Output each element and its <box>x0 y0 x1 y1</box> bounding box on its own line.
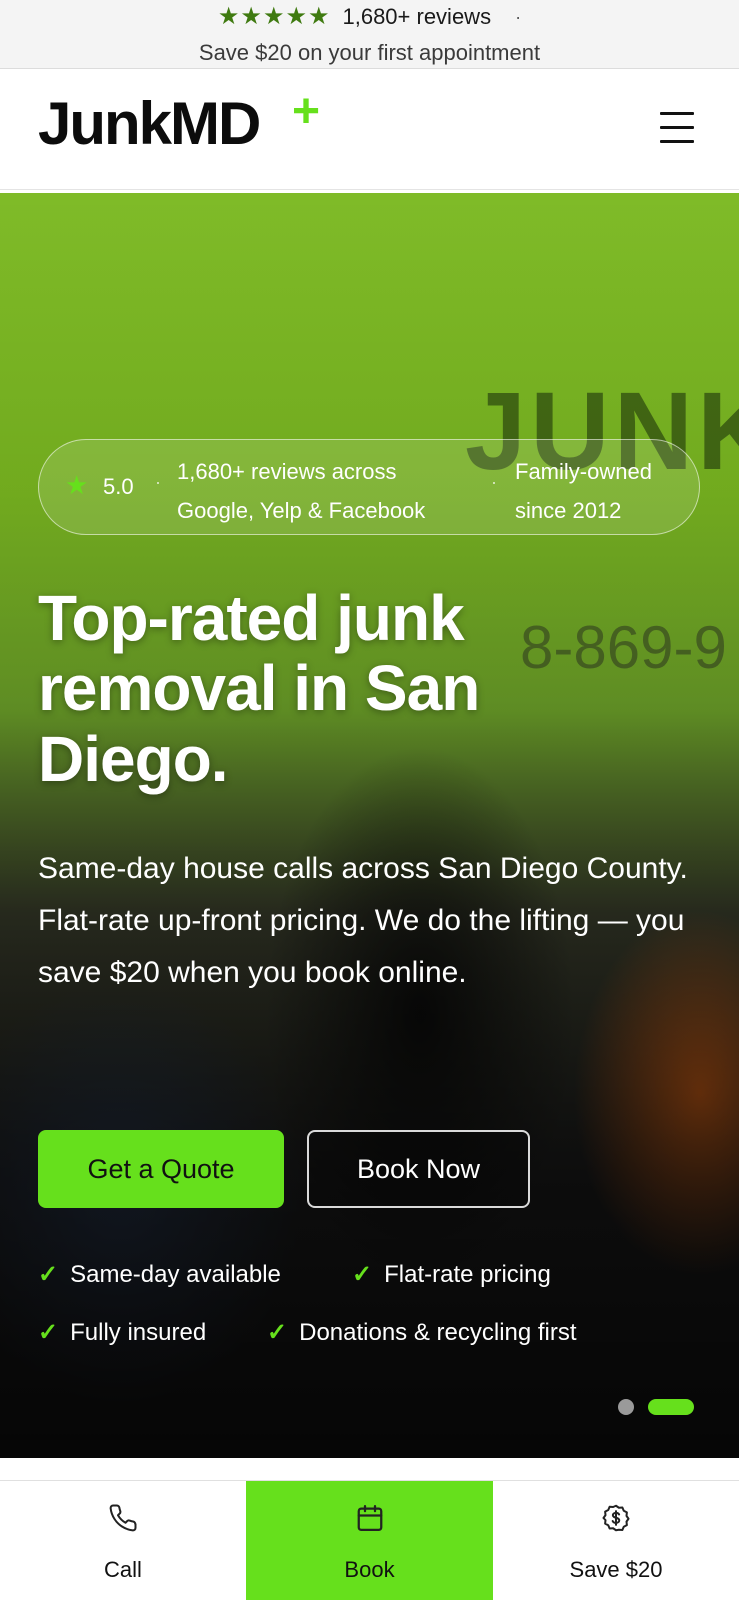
carousel-dot-2-active[interactable] <box>648 1399 694 1415</box>
hamburger-menu-icon[interactable] <box>660 112 696 146</box>
promo-offer-text: Save $20 on your first appointment <box>198 40 541 65</box>
promo-bar: ★★★★★ 1,680+ reviews · Save $20 on your … <box>0 0 739 69</box>
star-icon: ★ <box>65 470 89 500</box>
rating-stars-icon: ★★★★★ <box>217 3 331 30</box>
hero-subtext: Same-day house calls across San Diego Co… <box>38 852 688 990</box>
feature-item: ✓ Donations & recycling first <box>267 1321 577 1345</box>
phone-icon <box>109 1504 137 1532</box>
check-icon: ✓ <box>38 1319 59 1346</box>
check-icon: ✓ <box>38 1261 59 1288</box>
dollar-badge-icon <box>602 1504 630 1532</box>
get-quote-button[interactable]: Get a Quote <box>38 1130 284 1208</box>
save-tab[interactable]: Save $20 <box>493 1481 739 1600</box>
feature-label: Donations & recycling first <box>299 1319 577 1346</box>
calendar-icon <box>357 1505 382 1531</box>
feature-label: Same-day available <box>70 1261 281 1288</box>
feature-label: Flat-rate pricing <box>384 1261 551 1288</box>
promo-reviews-count: 1,680+ reviews <box>342 4 492 29</box>
hero-content: ★ 5.0 · 1,680+ reviews across Google, Ye… <box>0 193 739 1458</box>
trust-separator: · <box>491 472 497 492</box>
logo-plus-icon: + <box>292 85 321 138</box>
save-tab-label: Save $20 <box>569 1557 663 1582</box>
feature-item: ✓ Same-day available <box>38 1263 281 1287</box>
promo-rating-row: ★★★★★ 1,680+ reviews · <box>0 4 739 30</box>
call-tab-label: Call <box>104 1557 142 1582</box>
call-tab[interactable]: Call <box>0 1481 246 1600</box>
book-tab-label: Book <box>344 1557 395 1582</box>
trust-family-text: Family-owned since 2012 <box>515 459 652 523</box>
book-now-button[interactable]: Book Now <box>307 1130 530 1208</box>
check-icon: ✓ <box>352 1261 373 1288</box>
logo[interactable]: JunkMD <box>38 94 261 154</box>
trust-separator: · <box>155 472 161 492</box>
feature-label: Fully insured <box>70 1319 207 1346</box>
book-tab[interactable]: Book <box>246 1481 493 1600</box>
rating-score: 5.0 <box>103 474 134 499</box>
promo-separator: · <box>515 6 522 27</box>
check-icon: ✓ <box>267 1319 288 1346</box>
feature-item: ✓ Fully insured <box>38 1321 206 1345</box>
feature-item: ✓ Flat-rate pricing <box>352 1263 551 1287</box>
hero-section: JUNKM 8-869-9 ★ 5.0 · 1,680+ reviews acr… <box>0 193 739 1458</box>
trust-reviews-text: 1,680+ reviews across Google, Yelp & Fac… <box>177 459 426 523</box>
trust-badge: ★ 5.0 · 1,680+ reviews across Google, Ye… <box>38 439 700 535</box>
site-header: JunkMD + <box>0 70 739 190</box>
bottom-action-bar: Call Book Save $20 <box>0 1480 739 1600</box>
hero-headline: Top-rated junk removal in San Diego. <box>38 582 480 795</box>
carousel-dot-1[interactable] <box>618 1399 634 1415</box>
